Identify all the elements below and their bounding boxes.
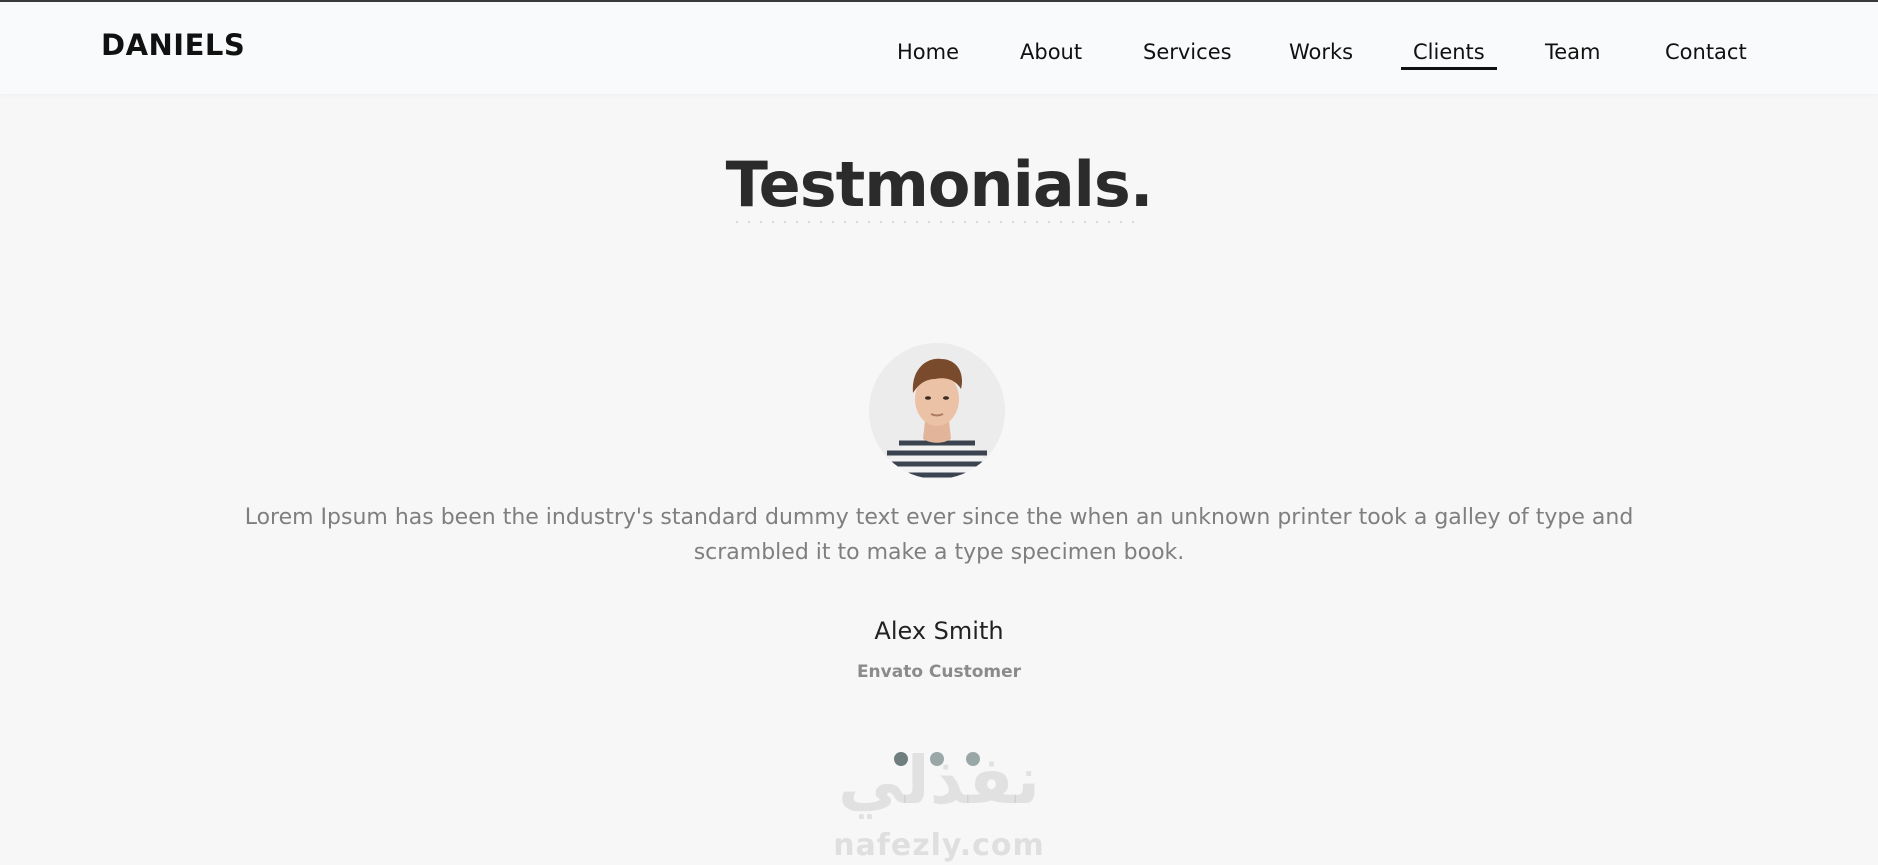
avatar	[869, 343, 1005, 479]
slider-dot-3[interactable]	[966, 752, 980, 766]
nav-item-about[interactable]: About	[1020, 40, 1082, 70]
testimonial-quote: Lorem Ipsum has been the industry's stan…	[244, 505, 1634, 565]
nav-item-contact[interactable]: Contact	[1665, 40, 1747, 70]
title-dotted-underline	[731, 221, 1143, 223]
nav-item-team[interactable]: Team	[1545, 40, 1601, 70]
site-header: DANIELS Home About Services Works Client…	[0, 2, 1878, 94]
testimonial-author-role: Envato Customer	[856, 662, 1022, 682]
person-photo-icon	[869, 343, 1005, 479]
testimonial-author-name: Alex Smith	[874, 617, 1004, 645]
slider-dot-2[interactable]	[930, 752, 944, 766]
watermark-url: nafezly.com	[833, 828, 1045, 863]
page: DANIELS Home About Services Works Client…	[0, 0, 1878, 865]
slider-pagination	[894, 752, 984, 768]
main-nav: Home About Services Works Clients Team C…	[0, 40, 1878, 74]
slider-dot-1[interactable]	[894, 752, 908, 766]
nav-item-clients[interactable]: Clients	[1401, 40, 1497, 70]
section-title: Testmonials.	[725, 148, 1154, 221]
nav-item-services[interactable]: Services	[1143, 40, 1232, 70]
nav-item-works[interactable]: Works	[1289, 40, 1353, 70]
nav-item-home[interactable]: Home	[897, 40, 959, 70]
